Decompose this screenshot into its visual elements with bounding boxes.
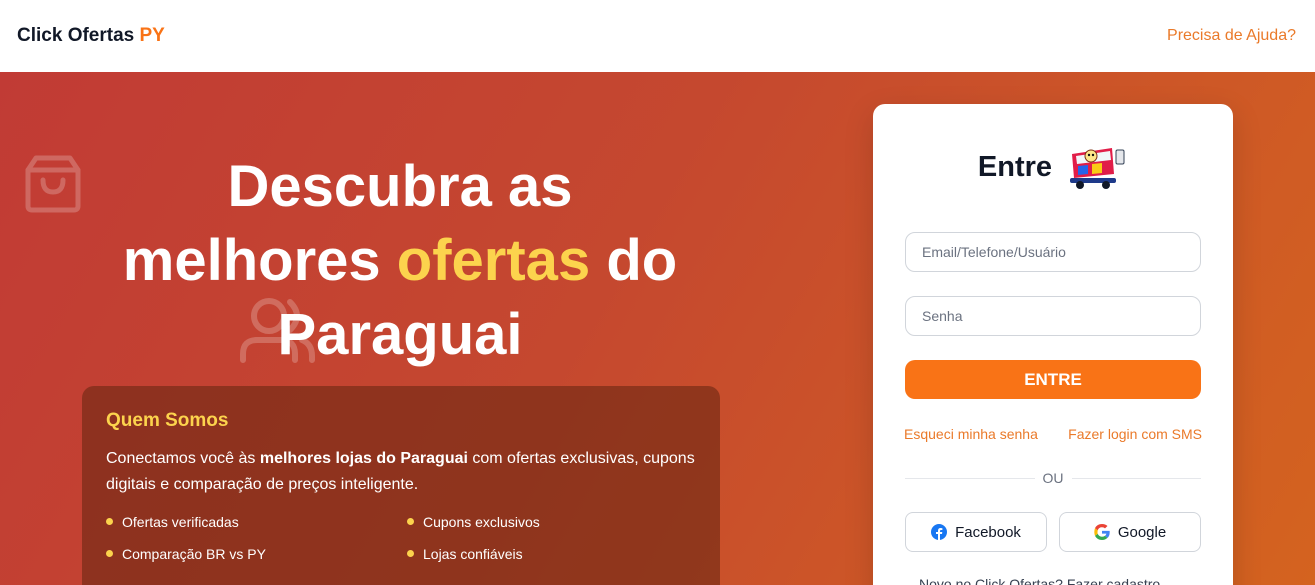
headline-line-2-pre: melhores (122, 228, 397, 293)
facebook-icon (931, 524, 948, 540)
top-header: Click Ofertas PY Precisa de Ajuda? (0, 0, 1315, 72)
shopping-cart-mascot-icon (1070, 148, 1125, 189)
login-submit-button[interactable]: ENTRE (905, 360, 1201, 399)
signup-prompt[interactable]: Novo no Click Ofertas? Fazer cadastro (919, 576, 1160, 585)
feature-list: Ofertas verificadas Cupons exclusivos Co… (106, 512, 696, 563)
hero-headline: Descubra as melhores ofertas do Paraguai (40, 150, 760, 372)
login-links: Esqueci minha senha Fazer login com SMS (904, 426, 1202, 442)
google-login-button[interactable]: Google (1059, 512, 1201, 552)
user-identifier-input[interactable] (905, 232, 1201, 272)
bullet-dot (407, 518, 414, 525)
bullet-dot (407, 550, 414, 557)
facebook-label: Facebook (955, 523, 1021, 541)
or-divider: OU (905, 470, 1201, 486)
help-link[interactable]: Precisa de Ajuda? (1167, 27, 1296, 45)
about-title: Quem Somos (106, 410, 229, 431)
bullet-dot (106, 518, 113, 525)
login-header: Entre (873, 144, 1233, 190)
divider-line (905, 477, 1035, 479)
forgot-password-link[interactable]: Esqueci minha senha (904, 426, 1038, 442)
about-description: Conectamos você às melhores lojas do Par… (106, 446, 696, 498)
google-label: Google (1117, 523, 1167, 541)
brand-accent: PY (139, 25, 165, 46)
headline-line-2-post: do (590, 228, 678, 293)
login-title: Entre (977, 150, 1053, 183)
divider-label: OU (1042, 470, 1064, 486)
feature-item: Comparação BR vs PY (106, 544, 407, 563)
headline-highlight: ofertas (396, 228, 591, 293)
password-input[interactable] (905, 296, 1201, 336)
divider-line (1071, 477, 1201, 479)
google-icon (1094, 524, 1110, 540)
headline-line-1: Descubra as (227, 154, 573, 219)
login-card: Entre ENTRE Esqueci minha senha Fazer lo… (873, 104, 1233, 585)
brand-logo[interactable]: Click Ofertas PY (17, 25, 165, 47)
brand-name: Click Ofertas (17, 25, 140, 46)
sms-login-link[interactable]: Fazer login com SMS (1068, 426, 1202, 442)
feature-item: Lojas confiáveis (407, 544, 708, 563)
about-panel: Quem Somos Conectamos você às melhores l… (82, 386, 720, 585)
facebook-login-button[interactable]: Facebook (905, 512, 1047, 552)
headline-line-3: Paraguai (277, 302, 523, 367)
feature-label: Lojas confiáveis (423, 545, 523, 562)
feature-label: Comparação BR vs PY (122, 545, 266, 562)
feature-item: Ofertas verificadas (106, 512, 407, 531)
feature-label: Ofertas verificadas (122, 513, 239, 530)
bullet-dot (106, 550, 113, 557)
feature-label: Cupons exclusivos (423, 513, 540, 530)
about-text-bold: melhores lojas do Paraguai (259, 450, 468, 467)
about-text-pre: Conectamos você às (106, 450, 260, 467)
feature-item: Cupons exclusivos (407, 512, 708, 531)
